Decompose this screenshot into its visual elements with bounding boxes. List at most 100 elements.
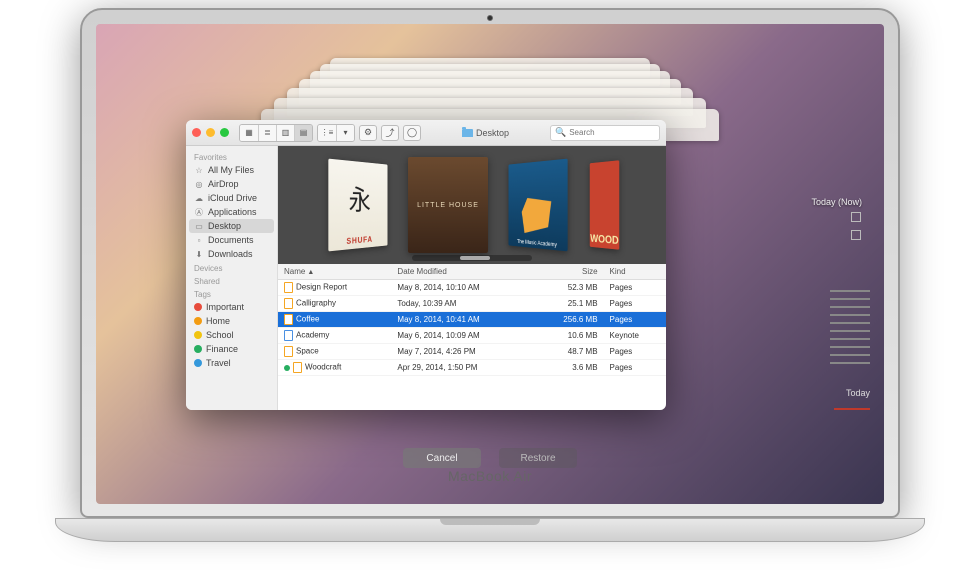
sidebar-item-label: AirDrop — [208, 179, 239, 189]
sidebar-item-downloads[interactable]: ⬇ Downloads — [186, 247, 277, 261]
tag-dot-icon — [194, 359, 202, 367]
tag-dot-icon — [194, 345, 202, 353]
view-icon-button[interactable]: ▦ — [240, 125, 258, 141]
tag-dot-icon — [194, 317, 202, 325]
cell-name: Space — [278, 344, 391, 360]
cell-date: Apr 29, 2014, 1:50 PM — [391, 360, 533, 376]
screen: Today (Now) Today — [96, 24, 884, 504]
finder-window: ▦ ≣ ▥ ▤ ⋮≡ ▾ ⚙ ⤴ ◯ Desktop — [186, 120, 666, 410]
cell-date: Today, 10:39 AM — [391, 296, 533, 312]
column-header-date-modified[interactable]: Date Modified — [391, 264, 533, 280]
sidebar-item-label: Downloads — [208, 249, 253, 259]
tag-dot-icon — [194, 331, 202, 339]
close-button[interactable] — [192, 128, 201, 137]
sidebar-item-school[interactable]: School — [186, 328, 277, 342]
cell-date: May 8, 2014, 10:41 AM — [391, 312, 533, 328]
tag-dot-icon — [194, 303, 202, 311]
sidebar-item-important[interactable]: Important — [186, 300, 277, 314]
laptop-frame: Today (Now) Today — [55, 8, 925, 542]
table-row[interactable]: CoffeeMay 8, 2014, 10:41 AM256.6 MBPages — [278, 312, 666, 328]
table-row[interactable]: CalligraphyToday, 10:39 AM25.1 MBPages — [278, 296, 666, 312]
view-column-button[interactable]: ▥ — [276, 125, 294, 141]
cell-kind: Pages — [604, 360, 666, 376]
cell-name: Woodcraft — [278, 360, 391, 376]
action-gear-button[interactable]: ⚙ — [359, 125, 377, 141]
cell-kind: Pages — [604, 312, 666, 328]
sidebar-item-all-my-files[interactable]: ☆All My Files — [186, 163, 277, 177]
download-icon: ⬇ — [194, 249, 204, 259]
cell-name: Academy — [278, 328, 391, 344]
minimize-button[interactable] — [206, 128, 215, 137]
maximize-button[interactable] — [220, 128, 229, 137]
time-machine-actions: Cancel Restore — [403, 448, 577, 468]
cancel-button[interactable]: Cancel — [403, 448, 481, 468]
window-title: Desktop — [425, 128, 546, 138]
coverflow-scrollbar[interactable] — [412, 255, 532, 261]
timeline-current-label: Today (Now) — [811, 197, 862, 207]
sidebar-item-home[interactable]: Home — [186, 314, 277, 328]
sidebar-item-travel[interactable]: Travel — [186, 356, 277, 370]
view-mode-segment: ▦ ≣ ▥ ▤ — [239, 124, 313, 142]
camera-dot — [487, 15, 493, 21]
cover-item-wood[interactable]: WOOD — [590, 160, 620, 249]
search-input[interactable] — [569, 128, 655, 137]
apps-icon: Ⓐ — [194, 207, 204, 217]
table-row[interactable]: WoodcraftApr 29, 2014, 1:50 PM3.6 MBPage… — [278, 360, 666, 376]
timeline-nav-up[interactable] — [851, 212, 861, 222]
column-header-size[interactable]: Size — [534, 264, 604, 280]
sort-indicator-icon: ▲ — [307, 269, 314, 276]
sidebar-item-label: School — [206, 330, 234, 340]
arrange-button[interactable]: ⋮≡ — [318, 125, 336, 141]
time-machine-timeline[interactable]: Today (Now) Today — [780, 84, 870, 444]
sidebar: Favorites☆All My Files◎AirDrop☁iCloud Dr… — [186, 146, 278, 410]
view-coverflow-button[interactable]: ▤ — [294, 125, 312, 141]
tag-indicator-icon — [284, 365, 290, 371]
restore-button[interactable]: Restore — [499, 448, 577, 468]
table-row[interactable]: Design ReportMay 8, 2014, 10:10 AM52.3 M… — [278, 280, 666, 296]
table-row[interactable]: SpaceMay 7, 2014, 4:26 PM48.7 MBPages — [278, 344, 666, 360]
timeline-now-marker — [834, 408, 870, 410]
arrange-dropdown[interactable]: ▾ — [336, 125, 354, 141]
cover-item-music[interactable]: The Music Academy — [508, 159, 567, 252]
sidebar-item-airdrop[interactable]: ◎AirDrop — [186, 177, 277, 191]
tags-button[interactable]: ◯ — [403, 125, 421, 141]
sidebar-item-label: Desktop — [208, 221, 241, 231]
desktop-icon: ▭ — [194, 221, 204, 231]
cell-size: 10.6 MB — [534, 328, 604, 344]
sidebar-item-label: Important — [206, 302, 244, 312]
file-icon — [284, 298, 293, 309]
table-row[interactable]: AcademyMay 6, 2014, 10:09 AM10.6 MBKeyno… — [278, 328, 666, 344]
laptop-notch — [440, 519, 540, 525]
cell-kind: Keynote — [604, 328, 666, 344]
column-header-name[interactable]: Name▲ — [278, 264, 391, 280]
sidebar-item-icloud-drive[interactable]: ☁iCloud Drive — [186, 191, 277, 205]
laptop-lid: Today (Now) Today — [80, 8, 900, 518]
cell-name: Coffee — [278, 312, 391, 328]
cell-size: 52.3 MB — [534, 280, 604, 296]
cell-size: 48.7 MB — [534, 344, 604, 360]
search-field[interactable]: 🔍 — [550, 125, 660, 141]
cover-item-shufa[interactable]: 永 SHUFA — [328, 159, 387, 252]
sidebar-heading: Devices — [186, 261, 277, 274]
coverflow[interactable]: 永 SHUFA LITTLE HOUSE Coffee The Music Ac… — [278, 146, 666, 264]
cell-date: May 6, 2014, 10:09 AM — [391, 328, 533, 344]
timeline-nav-down[interactable] — [851, 230, 861, 240]
cell-name: Calligraphy — [278, 296, 391, 312]
timeline-now-label: Today — [846, 388, 870, 398]
share-button[interactable]: ⤴ — [381, 125, 399, 141]
sidebar-item-applications[interactable]: ⒶApplications — [186, 205, 277, 219]
sidebar-item-documents[interactable]: ▫Documents — [186, 233, 277, 247]
cell-name: Design Report — [278, 280, 391, 296]
view-list-button[interactable]: ≣ — [258, 125, 276, 141]
file-icon — [284, 346, 293, 357]
search-icon: 🔍 — [555, 127, 566, 138]
titlebar: ▦ ≣ ▥ ▤ ⋮≡ ▾ ⚙ ⤴ ◯ Desktop — [186, 120, 666, 146]
sidebar-item-label: Finance — [206, 344, 238, 354]
file-icon — [284, 330, 293, 341]
column-header-kind[interactable]: Kind — [604, 264, 666, 280]
cell-date: May 8, 2014, 10:10 AM — [391, 280, 533, 296]
arrange-segment: ⋮≡ ▾ — [317, 124, 355, 142]
cover-item-coffee[interactable]: LITTLE HOUSE Coffee — [408, 157, 488, 253]
sidebar-item-finance[interactable]: Finance — [186, 342, 277, 356]
sidebar-item-desktop[interactable]: ▭ Desktop — [189, 219, 274, 233]
